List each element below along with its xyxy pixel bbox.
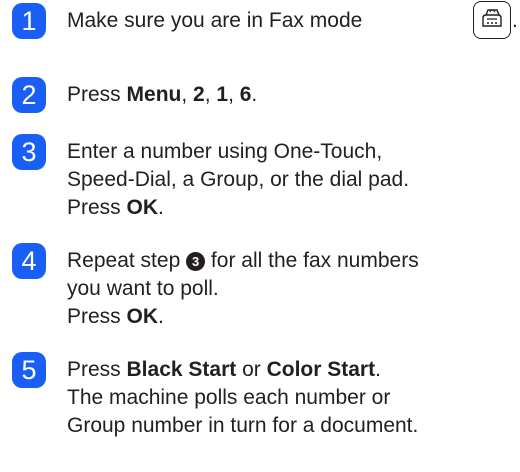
step-text-before-icon: Make sure you are in Fax mode [67,9,363,32]
step-text-segment: . [375,358,381,381]
step-text-segment: Press [67,83,127,106]
menu-key-label: Menu [126,83,182,106]
step-text-segment: Press [67,196,127,219]
key-label: 1 [216,83,229,106]
step-number-badge: 3 [12,134,46,170]
step-text-segment: . [251,83,258,106]
step-number-badge: 4 [12,243,46,279]
step-number-badge: 1 [12,3,46,39]
step-text-segment: or [236,358,267,381]
step-text: Enter a number using One-Touch, Speed-Di… [67,138,512,222]
step-text-segment: , [181,83,194,106]
step-text-segment: . [158,196,164,219]
ok-key-label: OK [126,196,159,219]
key-label: 2 [193,83,205,106]
fax-mode-key-icon [473,1,511,39]
step-number-badge: 5 [12,352,46,388]
step-text-line: Group number in turn for a document. [67,414,419,437]
step-text: Repeat step 3 for all the fax numbers yo… [67,247,512,331]
step-text: Make sure you are in Fax mode [67,7,512,35]
ok-key-label: OK [126,305,159,328]
step-text-segment: for all the fax numbers [205,249,419,272]
step-text-after-icon: . [512,9,518,32]
color-start-key-label: Color Start [266,358,376,381]
step-text-segment: Press [67,358,127,381]
step-text-line: Enter a number using One-Touch, [67,140,383,163]
step-text-segment: , [228,83,240,106]
step-text-line: Speed-Dial, a Group, or the dial pad. [67,168,410,191]
step-text-segment: Press [67,305,127,328]
step-text: Press Menu, 2, 1, 6. [67,81,512,109]
step-text-segment: , [204,83,217,106]
black-start-key-label: Black Start [126,358,237,381]
step-reference-icon: 3 [186,252,206,271]
step-text-segment: Repeat step [67,249,187,272]
step-number-badge: 2 [12,77,46,113]
step-text: Press Black Start or Color Start. The ma… [67,356,512,440]
step-text-segment: . [158,305,164,328]
key-label: 6 [239,83,252,106]
step-text-line: you want to poll. [67,277,219,300]
step-text-line: The machine polls each number or [67,386,391,409]
